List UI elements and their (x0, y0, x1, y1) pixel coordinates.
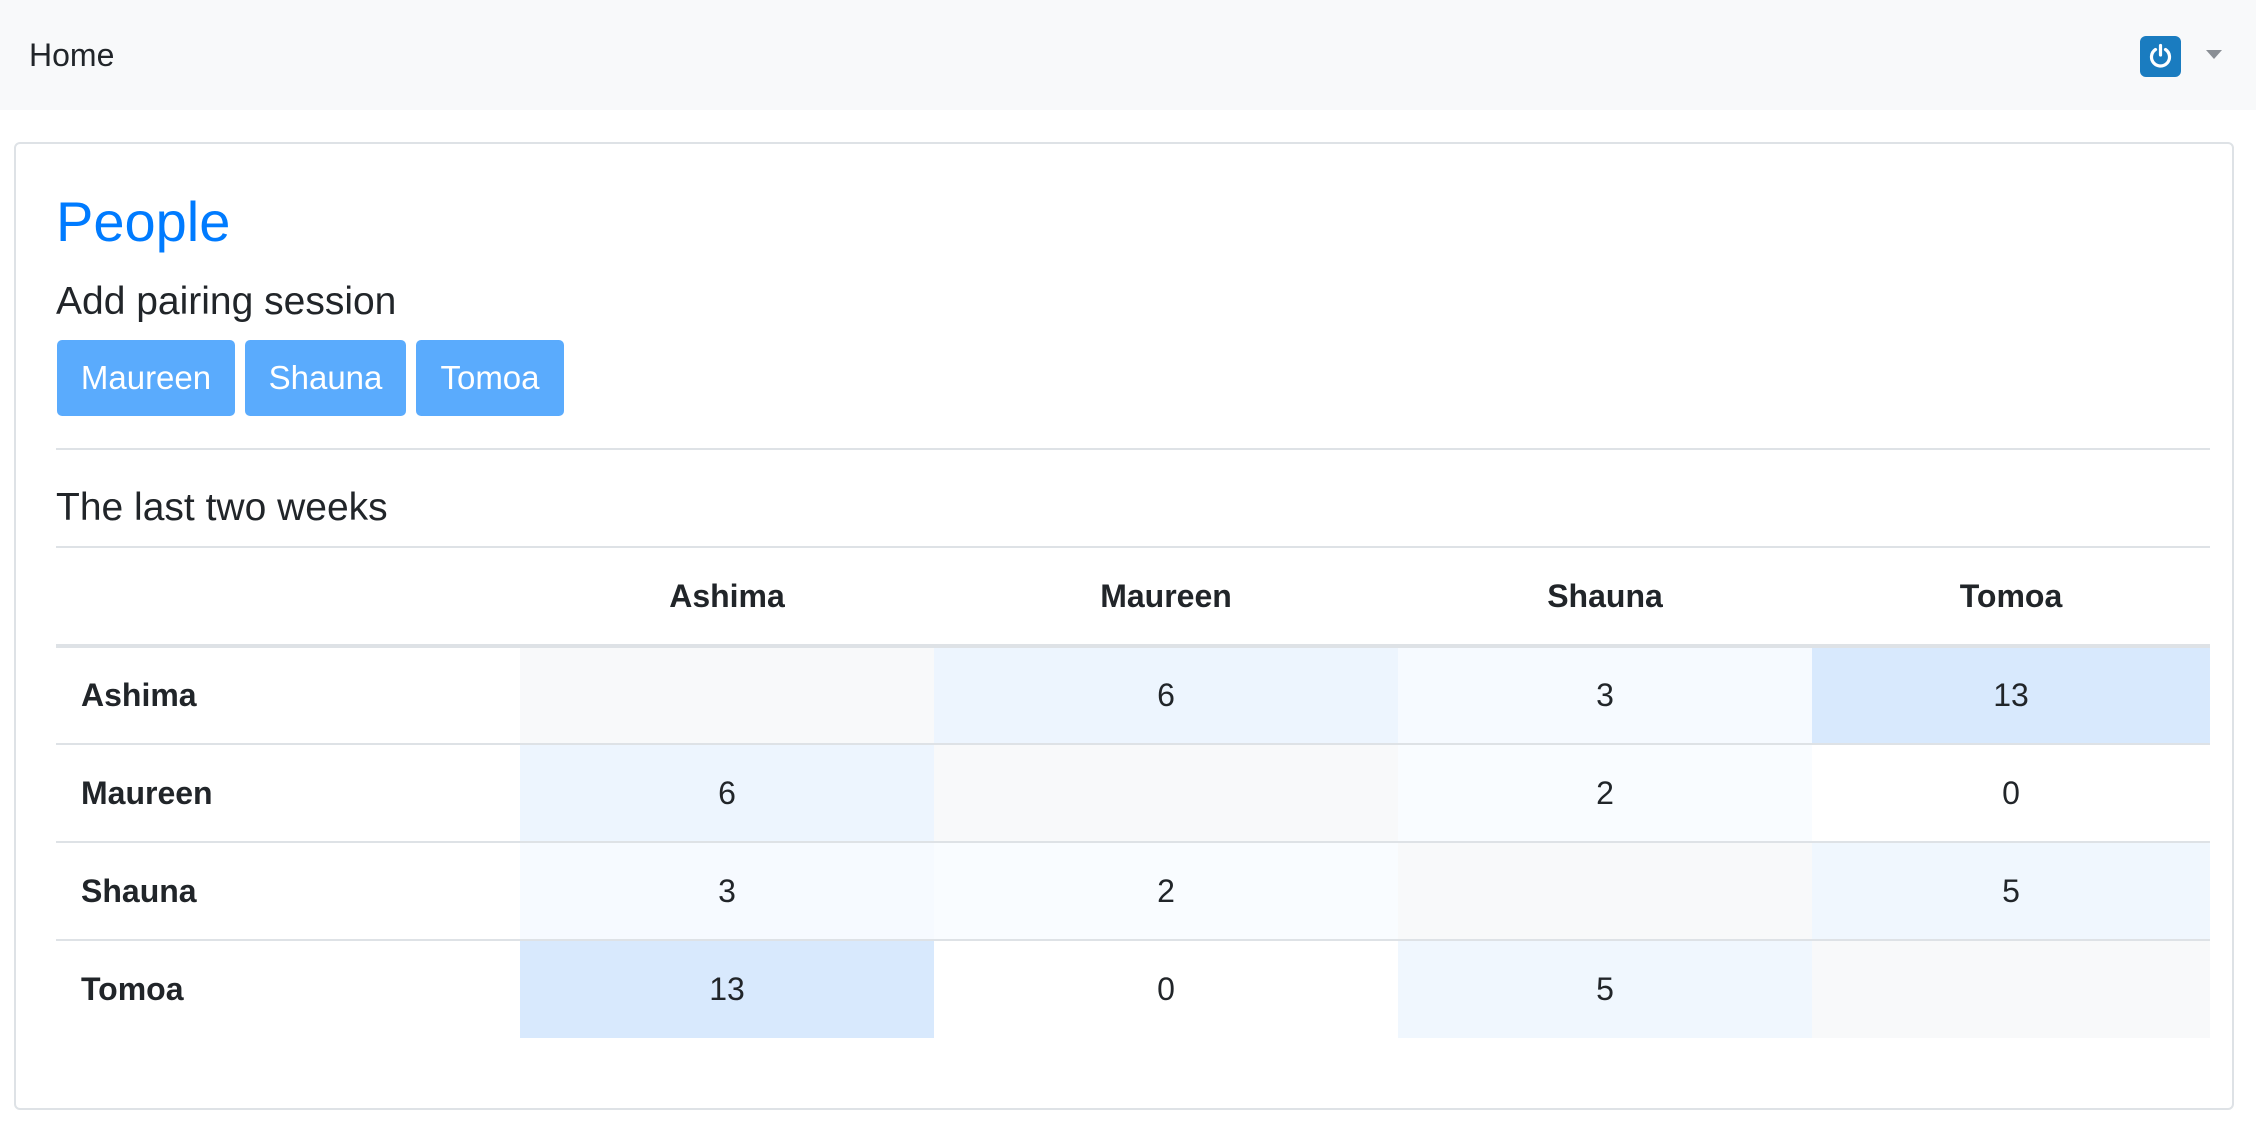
row-header: Tomoa (56, 939, 520, 1038)
pair-count-cell (520, 646, 934, 744)
add-session-button-maureen[interactable]: Maureen (57, 340, 235, 416)
page-title: People (56, 190, 231, 253)
column-header: Maureen (934, 548, 1398, 648)
pair-count-cell: 3 (520, 841, 934, 940)
table-row: Ashima 6 3 13 (56, 646, 2210, 744)
pair-count-cell: 3 (1398, 646, 1812, 744)
row-header: Ashima (81, 677, 197, 713)
people-card: People Add pairing session Maureen Shaun… (14, 142, 2234, 1110)
column-header: Shauna (1398, 548, 1812, 648)
pair-count-cell: 6 (934, 646, 1398, 744)
table-row: Shauna 3 2 5 (56, 841, 2210, 940)
pair-count-cell (1812, 939, 2210, 1038)
history-title: The last two weeks (56, 486, 388, 529)
add-session-button-tomoa[interactable]: Tomoa (416, 340, 564, 416)
pair-count-cell: 13 (520, 939, 934, 1038)
column-header: Ashima (520, 548, 934, 648)
home-link[interactable]: Home (29, 33, 114, 77)
table-row: Tomoa 13 0 5 (56, 939, 2210, 1038)
pair-count-cell: 6 (520, 743, 934, 842)
add-session-title: Add pairing session (56, 280, 397, 323)
pair-count-cell: 5 (1812, 841, 2210, 940)
table-row: Maureen 6 2 0 (56, 743, 2210, 842)
column-header: Tomoa (1812, 548, 2210, 648)
pair-count-cell (1398, 841, 1812, 940)
pair-count-cell: 2 (1398, 743, 1812, 842)
power-icon (2140, 36, 2181, 77)
pair-count-cell (934, 743, 1398, 842)
add-session-button-shauna[interactable]: Shauna (245, 340, 406, 416)
navbar: Home (0, 0, 2256, 110)
table-header-row: Ashima Maureen Shauna Tomoa (56, 548, 2210, 648)
section-divider (56, 448, 2210, 450)
user-menu-toggle[interactable] (2140, 36, 2222, 78)
pair-count-cell: 5 (1398, 939, 1812, 1038)
caret-down-icon (2206, 50, 2222, 59)
row-header: Maureen (56, 743, 520, 842)
pair-count-cell: 0 (934, 939, 1398, 1038)
pair-count-cell: 13 (1812, 646, 2210, 744)
corner-header (56, 548, 520, 648)
pairing-matrix-table: Ashima Maureen Shauna Tomoa Ashima 6 3 1… (56, 548, 2210, 1038)
pair-count-cell: 0 (1812, 743, 2210, 842)
row-header: Shauna (56, 841, 520, 940)
pair-count-cell: 2 (934, 841, 1398, 940)
